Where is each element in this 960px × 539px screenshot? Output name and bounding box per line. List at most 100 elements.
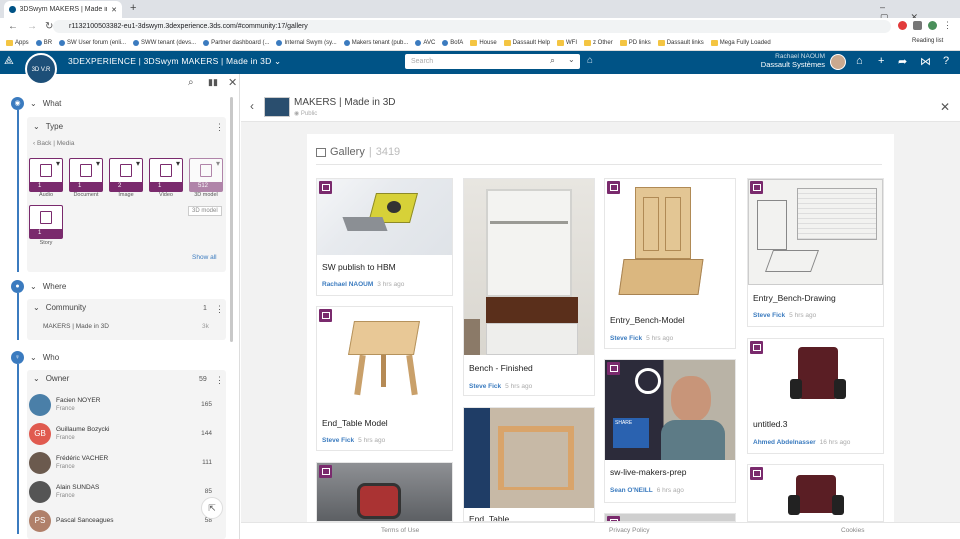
help-icon[interactable]: ? (943, 55, 949, 67)
bookmark-item[interactable]: AVC (415, 39, 435, 46)
post-card[interactable] (747, 464, 884, 522)
compass-icon[interactable]: 3D V.R (25, 53, 57, 85)
browser-extensions[interactable]: ⋮ (898, 21, 952, 30)
back-arrow-icon[interactable]: ‹ (250, 99, 254, 113)
post-title[interactable]: End_Table (469, 514, 509, 521)
owner-header[interactable]: ⌄ Owner (33, 374, 69, 383)
post-card[interactable]: End_Table (463, 407, 595, 522)
bookmark-item[interactable]: Dassault links (657, 39, 704, 46)
post-card[interactable]: Entry_Bench-Model Steve Fick 5 hrs ago (604, 178, 736, 349)
user-avatar[interactable] (830, 54, 846, 70)
back-icon[interactable]: ← (8, 21, 18, 32)
bookmark-item[interactable]: PD links (619, 39, 651, 46)
media-tile-story[interactable]: 1 (29, 205, 63, 239)
caret-down-icon[interactable]: ▾ (176, 159, 180, 168)
post-author[interactable]: Rachael NAOUM 3 hrs ago (322, 281, 404, 288)
community-option[interactable]: MAKERS | Made in 3D (43, 323, 109, 330)
post-card[interactable]: SW publish to HBM Rachael NAOUM 3 hrs ago (316, 178, 453, 296)
privacy-link[interactable]: Privacy Policy (609, 527, 649, 534)
media-tile[interactable]: 1 ▾ (69, 158, 103, 192)
media-tile[interactable]: 512 ▾ (189, 158, 223, 192)
panel-close-icon[interactable]: ✕ (228, 76, 237, 89)
bookmark-item[interactable]: BR (35, 39, 52, 46)
bookmark-item[interactable]: Partner dashboard (... (203, 39, 269, 46)
bookmark-item[interactable]: Internal Swym (sy... (276, 39, 337, 46)
bookmark-item[interactable]: WFI (557, 39, 577, 46)
close-community-icon[interactable]: ✕ (940, 100, 950, 114)
owner-item[interactable]: GB Guillaume Bozycki France 144 (27, 421, 226, 446)
caret-down-icon[interactable]: ▾ (216, 159, 220, 168)
panel-search-icon[interactable]: ⌕ (188, 77, 194, 88)
tag-bar-icon[interactable]: ⌂ (856, 55, 863, 67)
new-tab-button[interactable]: + (130, 2, 136, 14)
post-title[interactable]: Entry_Bench-Drawing (753, 293, 836, 303)
bookmark-item[interactable]: Dassault Help (503, 39, 550, 46)
bookmark-item[interactable]: SW User forum (enli... (59, 39, 126, 46)
browser-tab[interactable]: 3DSwym MAKERS | Made in 3D ✕ (4, 1, 122, 18)
profile-icon[interactable] (928, 21, 937, 30)
community-menu-icon[interactable]: ⋮ (215, 304, 224, 315)
network-icon[interactable]: ⋈ (920, 55, 931, 68)
media-tile[interactable]: 1 ▾ (29, 158, 63, 192)
post-author[interactable]: Steve Fick 5 hrs ago (469, 383, 532, 390)
extension-icon[interactable] (898, 21, 907, 30)
post-title[interactable]: Entry_Bench-Model (610, 315, 685, 325)
type-menu-icon[interactable]: ⋮ (215, 122, 224, 133)
media-tile[interactable]: 1 ▾ (149, 158, 183, 192)
author-name[interactable]: Steve Fick (322, 437, 354, 444)
post-card[interactable] (604, 513, 736, 522)
media-filter-audio[interactable]: 1 ▾ Audio (29, 158, 63, 198)
user-identity[interactable]: Rachael NAOUM Dassault Systèmes (760, 53, 825, 69)
owner-item[interactable]: Facien NOYER France 165 (27, 392, 226, 417)
share-icon[interactable]: ➦ (898, 55, 907, 68)
type-header[interactable]: ⌄ Type (33, 122, 63, 131)
community-title[interactable]: MAKERS | Made in 3D (294, 97, 396, 108)
reading-list[interactable]: Reading list (912, 38, 943, 44)
post-author[interactable]: Steve Fick 5 hrs ago (322, 437, 385, 444)
post-card[interactable]: End_Table Model Steve Fick 5 hrs ago (316, 306, 453, 451)
author-name[interactable]: Steve Fick (610, 335, 642, 342)
author-name[interactable]: Steve Fick (753, 312, 785, 319)
post-card[interactable]: Bench - Finished Steve Fick 5 hrs ago (463, 178, 595, 396)
what-section-header[interactable]: ◉ ⌄ What (11, 97, 61, 110)
post-title[interactable]: SW publish to HBM (322, 262, 396, 272)
cookies-link[interactable]: Cookies (841, 527, 864, 534)
post-author[interactable]: Steve Fick 5 hrs ago (610, 335, 673, 342)
post-card[interactable] (316, 462, 453, 522)
bookmark-item[interactable]: Apps (6, 39, 29, 46)
media-tile[interactable]: 2 ▾ (109, 158, 143, 192)
post-card[interactable]: untitled.3 Ahmed Abdelnasser 16 hrs ago (747, 338, 884, 454)
terms-link[interactable]: Terms of Use (381, 527, 419, 534)
post-author[interactable]: Sean O'NEILL 6 hrs ago (610, 487, 684, 494)
post-title[interactable]: untitled.3 (753, 419, 788, 429)
media-filter-document[interactable]: 1 ▾ Document (69, 158, 103, 198)
where-section-header[interactable]: ● ⌄ Where (11, 280, 66, 293)
owner-menu-icon[interactable]: ⋮ (215, 375, 224, 386)
scroll-top-button[interactable]: ⇱ (201, 497, 223, 519)
author-name[interactable]: Ahmed Abdelnasser (753, 439, 816, 446)
bookmark-item[interactable]: Mega Fully Loaded (710, 39, 771, 46)
post-author[interactable]: Steve Fick 5 hrs ago (753, 312, 816, 319)
bookmark-item[interactable]: BofA (442, 39, 463, 46)
post-title[interactable]: End_Table Model (322, 418, 388, 428)
add-icon[interactable]: + (878, 55, 884, 67)
post-title[interactable]: sw-live-makers-prep (610, 467, 687, 477)
owner-item[interactable]: Frédéric VACHER France 111 (27, 450, 226, 475)
search-dropdown-icon[interactable]: ⌄ (568, 55, 575, 64)
bookmark-item[interactable]: SWW tenant (devs... (133, 39, 196, 46)
search-icon[interactable]: ⌕ (550, 55, 555, 66)
app-title[interactable]: 3DEXPERIENCE | 3DSwym MAKERS | Made in 3… (68, 56, 281, 67)
show-all-link[interactable]: Show all (192, 254, 217, 261)
forward-icon[interactable]: → (27, 21, 37, 32)
who-section-header[interactable]: ♀ ⌄ Who (11, 351, 59, 364)
back-link[interactable]: Back (37, 140, 51, 147)
author-name[interactable]: Steve Fick (469, 383, 501, 390)
owner-item[interactable]: PS Pascal Sanceagues 58 (27, 508, 226, 533)
panel-scrollbar[interactable] (230, 97, 233, 342)
media-filter-3d-model[interactable]: 512 ▾ 3D model (189, 158, 223, 198)
puzzle-icon[interactable] (913, 21, 922, 30)
close-tab-icon[interactable]: ✕ (111, 6, 117, 14)
bookmark-item[interactable]: z Other (584, 39, 613, 46)
author-name[interactable]: Rachael NAOUM (322, 281, 373, 288)
owner-item[interactable]: Alain SUNDAS France 85 (27, 479, 226, 504)
